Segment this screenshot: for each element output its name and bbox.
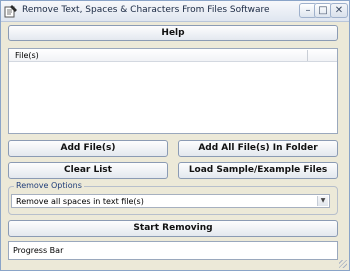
start-removing-button[interactable]: Start Removing: [8, 220, 338, 237]
help-button[interactable]: Help: [8, 25, 338, 41]
chevron-down-icon[interactable]: ▼: [317, 196, 328, 206]
app-window: Remove Text, Spaces & Characters From Fi…: [0, 0, 350, 271]
resize-grip-icon[interactable]: [339, 260, 347, 268]
add-folder-button[interactable]: Add All File(s) In Folder: [178, 140, 338, 157]
file-list-header[interactable]: File(s): [9, 49, 337, 62]
progress-label: Progress Bar: [13, 246, 64, 255]
remove-options-legend: Remove Options: [14, 181, 84, 190]
clear-list-button[interactable]: Clear List: [8, 162, 168, 179]
selected-option: Remove all spaces in text file(s): [16, 197, 144, 206]
title-bar[interactable]: Remove Text, Spaces & Characters From Fi…: [1, 1, 349, 22]
file-column-header: File(s): [15, 51, 39, 60]
load-sample-button[interactable]: Load Sample/Example Files: [178, 162, 338, 179]
close-icon[interactable]: ✕: [330, 3, 348, 18]
app-icon: [4, 4, 18, 18]
file-list[interactable]: File(s): [8, 48, 338, 134]
add-files-button[interactable]: Add File(s): [8, 140, 168, 157]
window-title: Remove Text, Spaces & Characters From Fi…: [22, 5, 270, 15]
remove-option-select[interactable]: Remove all spaces in text file(s) ▼: [11, 194, 330, 208]
progress-bar: Progress Bar: [8, 241, 338, 260]
column-divider[interactable]: [307, 50, 308, 61]
